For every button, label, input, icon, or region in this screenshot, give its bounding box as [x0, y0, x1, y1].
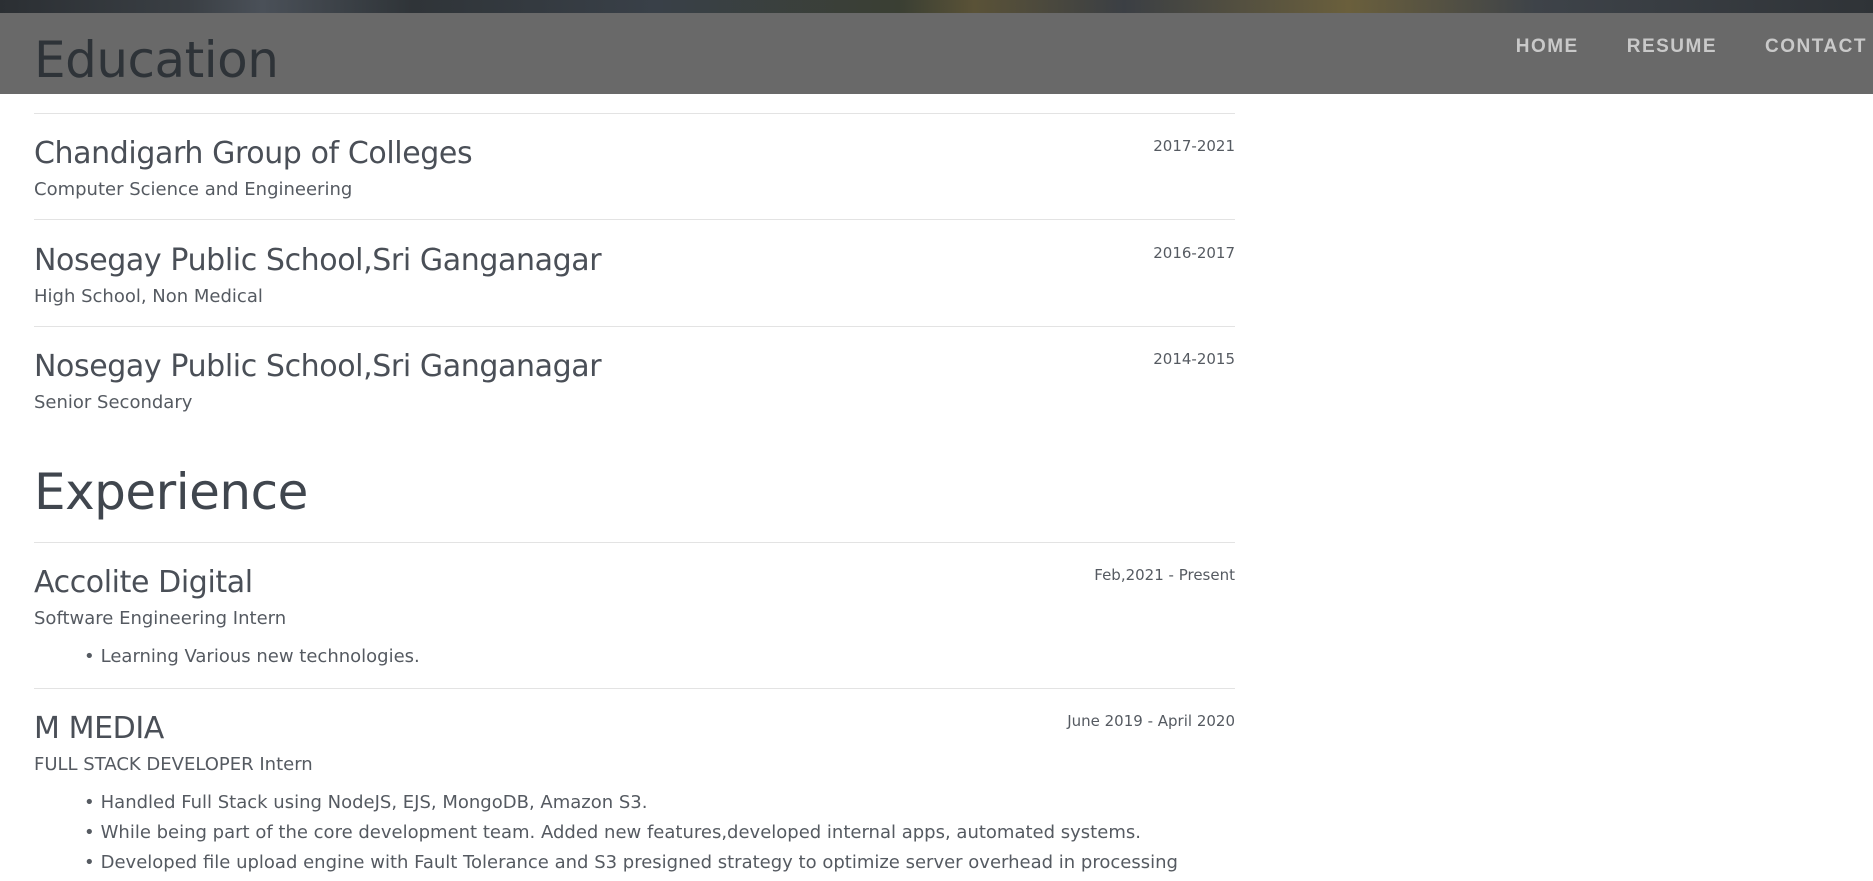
- divider: [34, 688, 1235, 689]
- list-item: • Developed file upload engine with Fault…: [84, 848, 1235, 881]
- company-name: M MEDIA: [34, 711, 164, 746]
- company-name: Accolite Digital: [34, 565, 253, 600]
- education-item: Chandigarh Group of Colleges Computer Sc…: [34, 136, 1235, 200]
- list-item: • Handled Full Stack using NodeJS, EJS, M…: [84, 792, 648, 813]
- degree-label: Computer Science and Engineering: [34, 179, 353, 200]
- date-range: 2016-2017: [1153, 244, 1235, 262]
- nav-menu: HOME RESUME CONTACT: [1516, 36, 1873, 58]
- role-label: FULL STACK DEVELOPER Intern: [34, 754, 313, 775]
- list-item-text: Developed file upload engine with Fault …: [100, 852, 1178, 873]
- divider: [34, 113, 1235, 114]
- experience-heading: Experience: [34, 463, 308, 521]
- education-item: Nosegay Public School,Sri Ganganagar Hig…: [34, 243, 1235, 307]
- date-range: June 2019 - April 2020: [1067, 712, 1235, 730]
- top-navbar: HOME RESUME CONTACT: [0, 13, 1873, 94]
- institution-name: Chandigarh Group of Colleges: [34, 136, 473, 171]
- list-item: • Learning Various new technologies.: [84, 646, 420, 667]
- degree-label: Senior Secondary: [34, 392, 193, 413]
- education-heading: Education: [34, 31, 279, 89]
- responsibility-list: • Handled Full Stack using NodeJS, EJS, M…: [34, 788, 1235, 881]
- divider: [34, 219, 1235, 220]
- divider: [34, 326, 1235, 327]
- nav-contact-link[interactable]: CONTACT: [1765, 36, 1867, 58]
- nav-resume-link[interactable]: RESUME: [1627, 36, 1717, 58]
- list-item: • While being part of the core developmen…: [84, 822, 1141, 843]
- responsibility-list: • Learning Various new technologies.: [34, 642, 1235, 672]
- date-range: Feb,2021 - Present: [1094, 566, 1235, 584]
- resume-page: HOME RESUME CONTACT Education Chandigarh…: [0, 0, 1873, 881]
- nav-home-link[interactable]: HOME: [1516, 36, 1579, 58]
- date-range: 2014-2015: [1153, 350, 1235, 368]
- list-item-text: While being part of the core development…: [100, 822, 1141, 843]
- degree-label: High School, Non Medical: [34, 286, 263, 307]
- date-range: 2017-2021: [1153, 137, 1235, 155]
- experience-item: Accolite Digital Software Engineering In…: [34, 565, 1235, 672]
- header-background-image: [0, 0, 1873, 13]
- divider: [34, 542, 1235, 543]
- institution-name: Nosegay Public School,Sri Ganganagar: [34, 243, 602, 278]
- list-item-text: Handled Full Stack using NodeJS, EJS, Mo…: [100, 792, 648, 813]
- list-item-text: Learning Various new technologies.: [100, 646, 420, 667]
- role-label: Software Engineering Intern: [34, 608, 287, 629]
- education-item: Nosegay Public School,Sri Ganganagar Sen…: [34, 349, 1235, 413]
- experience-item: M MEDIA FULL STACK DEVELOPER Intern June…: [34, 711, 1235, 881]
- institution-name: Nosegay Public School,Sri Ganganagar: [34, 349, 602, 384]
